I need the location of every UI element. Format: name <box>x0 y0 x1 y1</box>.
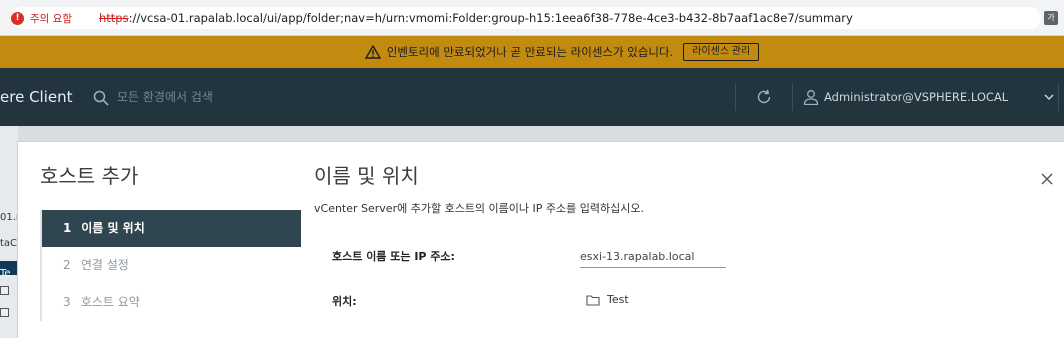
location-value[interactable]: Test <box>607 293 629 306</box>
wizard-step-connection-settings[interactable]: 2 연결 설정 <box>42 247 301 284</box>
url-protocol: https <box>99 11 129 25</box>
banner-message: 인벤토리에 만료되었거나 곧 만료되는 라이센스가 있습니다. <box>386 45 674 59</box>
chevron-down-icon[interactable] <box>1044 94 1054 101</box>
url-pill[interactable]: ! 주의 요함 https://vcsa-01.rapalab.local/ui… <box>11 7 1041 29</box>
warning-triangle-icon <box>364 45 381 59</box>
background-selected-item: Te <box>0 261 18 279</box>
wizard-steps: 1 이름 및 위치 2 연결 설정 3 호스트 요약 <box>40 210 301 321</box>
pane-title: 이름 및 위치 <box>314 164 419 188</box>
app-header: ere Client 모든 환경에서 검색 Administrator@VSPH… <box>0 68 1064 126</box>
security-label: 주의 요함 <box>30 12 72 25</box>
url-rest: ://vcsa-01.rapalab.local/ui/app/folder;n… <box>128 11 853 25</box>
user-icon <box>803 90 819 105</box>
global-search-input[interactable]: 모든 환경에서 검색 <box>117 68 213 126</box>
background-host-icon <box>0 286 9 295</box>
add-host-dialog: 호스트 추가 1 이름 및 위치 2 연결 설정 3 호스트 요약 이름 및 위… <box>18 142 1064 338</box>
refresh-icon[interactable] <box>755 88 773 106</box>
host-name-label: 호스트 이름 또는 IP 주소: <box>332 250 455 263</box>
header-divider <box>792 83 793 111</box>
wizard-step-host-summary[interactable]: 3 호스트 요약 <box>42 284 301 321</box>
wizard-title: 호스트 추가 <box>40 164 139 188</box>
pane-description: vCenter Server에 추가할 호스트의 이름이나 IP 주소를 입력하… <box>314 202 644 215</box>
app-title[interactable]: ere Client <box>0 68 73 126</box>
user-menu[interactable]: Administrator@VSPHERE.LOCAL <box>824 68 1008 126</box>
browser-address-bar: ! 주의 요함 https://vcsa-01.rapalab.local/ui… <box>0 0 1064 36</box>
header-divider <box>735 83 736 111</box>
wizard-step-name-location[interactable]: 1 이름 및 위치 <box>42 210 301 247</box>
background-tree-text: taC <box>0 238 18 249</box>
host-name-input[interactable] <box>580 246 726 268</box>
location-label: 위치: <box>332 295 357 308</box>
header-divider <box>1058 83 1059 111</box>
folder-icon <box>586 295 600 306</box>
background-inventory-strip <box>0 126 18 338</box>
url-text[interactable]: https://vcsa-01.rapalab.local/ui/app/fol… <box>99 7 853 29</box>
background-host-icon <box>0 308 9 317</box>
license-banner: 인벤토리에 만료되었거나 곧 만료되는 라이센스가 있습니다. 라이센스 관리 <box>0 36 1064 68</box>
warning-dot-icon: ! <box>11 11 24 25</box>
background-tree-text: 01.r <box>0 212 21 223</box>
close-icon[interactable] <box>1040 172 1054 186</box>
translate-icon[interactable]: 가 <box>1044 11 1058 25</box>
manage-licenses-button[interactable]: 라이센스 관리 <box>683 43 760 61</box>
security-chip[interactable]: ! 주의 요함 <box>11 7 79 29</box>
search-icon[interactable] <box>93 90 109 106</box>
